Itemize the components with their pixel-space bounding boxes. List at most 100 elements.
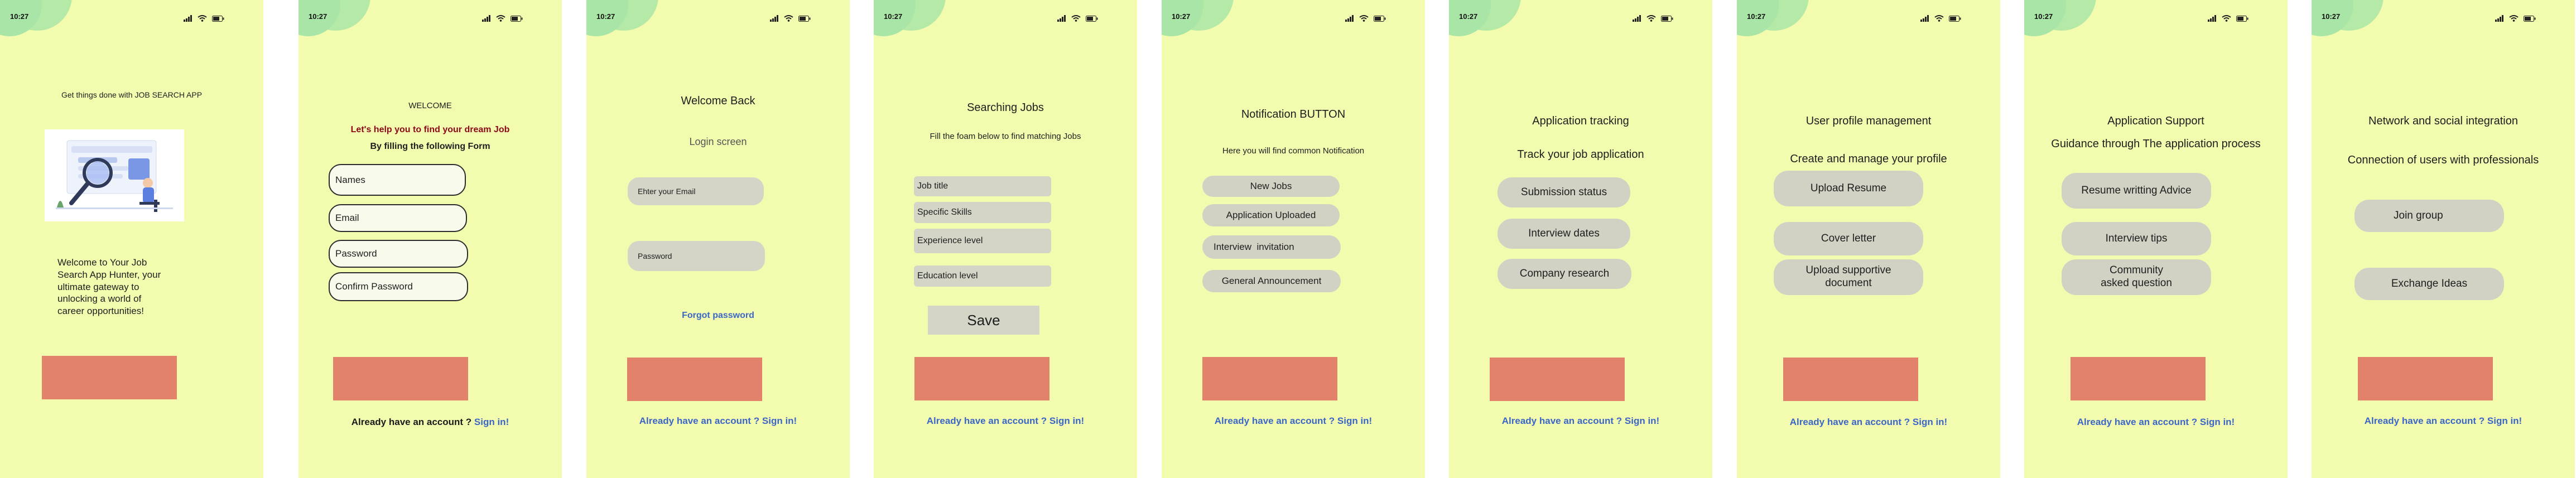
signin-link[interactable]: Sign in! (474, 417, 509, 427)
status-time: 10:27 (10, 12, 29, 21)
page-title: User profile management (1805, 115, 1932, 127)
page-subtitle: Here you will find common Notification (1222, 146, 1365, 156)
save-button[interactable]: Save (928, 306, 1039, 335)
signin-link[interactable]: Already have an account ? Sign in! (2024, 417, 2288, 428)
support-button[interactable] (2071, 357, 2206, 400)
tagline: Get things done with JOB SEARCH APP (61, 90, 203, 99)
signal-icon (2495, 15, 2503, 22)
interview-dates-item[interactable]: Interview dates (1498, 219, 1630, 249)
tracking-button[interactable] (1490, 358, 1625, 401)
signin-link[interactable]: Already have an account ? Sign in! (1737, 417, 2000, 428)
email-input[interactable]: Email (329, 204, 467, 232)
status-time: 10:27 (1172, 12, 1191, 21)
password-input[interactable]: Password (329, 240, 468, 268)
resume-writing-advice-button[interactable]: Resume writting Advice (2062, 173, 2211, 209)
signal-icon (1345, 15, 1354, 22)
signal-icon (1633, 15, 1641, 22)
education-level-input[interactable]: Education level (914, 265, 1051, 287)
names-input[interactable]: Names (329, 164, 466, 196)
submission-status-item[interactable]: Submission status (1498, 177, 1630, 207)
status-icons (1057, 15, 1098, 22)
register-button[interactable] (333, 357, 468, 400)
upload-resume-button[interactable]: Upload Resume (1774, 171, 1923, 206)
signal-icon (1920, 15, 1929, 22)
welcome-text: Welcome to Your Job Search App Hunter, y… (57, 257, 161, 316)
screen-network-social: 10:27 Network and social integration Con… (2312, 0, 2575, 478)
screen-register: 10:27 WELCOME Let's help you to find you… (298, 0, 562, 478)
forgot-password-link[interactable]: Forgot password (586, 311, 850, 321)
status-time: 10:27 (2034, 12, 2053, 21)
page-title: Application tracking (1532, 115, 1629, 127)
signin-link[interactable]: Already have an account ? Sign in! (1449, 416, 1712, 427)
wifi-icon (1359, 15, 1369, 22)
wifi-icon (2509, 15, 2519, 22)
cover-letter-button[interactable]: Cover letter (1774, 222, 1923, 255)
status-time: 10:27 (596, 12, 615, 21)
job-title-input[interactable]: Job title (914, 176, 1051, 196)
tagline: Let's help you to find your dream Job (350, 125, 510, 134)
login-button[interactable] (627, 358, 762, 401)
company-research-item[interactable]: Company research (1498, 259, 1631, 289)
exchange-ideas-button[interactable]: Exchange Ideas (2354, 268, 2504, 300)
signin-link[interactable]: Already have an account ? Sign in! (2312, 416, 2575, 427)
page-subtitle: Guidance through The application process (2051, 138, 2261, 150)
notif-interview-invitation[interactable]: Interview invitation (1202, 235, 1341, 259)
status-time: 10:27 (2322, 12, 2341, 21)
page-title: Notification BUTTON (1241, 108, 1346, 120)
battery-icon (798, 15, 811, 22)
search-button[interactable] (914, 357, 1049, 400)
signal-icon (482, 15, 490, 22)
notif-application-uploaded[interactable]: Application Uploaded (1202, 204, 1340, 226)
notifications-button[interactable] (1202, 357, 1337, 400)
screen-application-support: 10:27 Application Support Guidance throu… (2024, 0, 2288, 478)
battery-icon (1374, 15, 1386, 22)
status-icons (1633, 15, 1673, 22)
wifi-icon (198, 15, 207, 22)
page-title: Application Support (2107, 115, 2204, 127)
email-input[interactable]: Ehter your Email (628, 177, 764, 205)
status-time: 10:27 (884, 12, 903, 21)
battery-icon (1661, 15, 1673, 22)
network-button[interactable] (2358, 357, 2493, 400)
signin-link[interactable]: Already have an account ? Sign in! (1162, 416, 1425, 427)
wifi-icon (496, 15, 505, 22)
battery-icon (212, 15, 224, 22)
status-time: 10:27 (1459, 12, 1478, 21)
screen-search-jobs: 10:27 Searching Jobs Fill the foam below… (874, 0, 1137, 478)
signin-link[interactable]: Already have an account ? Sign in! (874, 416, 1137, 427)
signin-link[interactable]: Already have an account ? Sign in! (586, 416, 850, 427)
status-icons (184, 15, 224, 22)
screen-application-tracking: 10:27 Application tracking Track your jo… (1449, 0, 1712, 478)
join-group-button[interactable]: Join group (2354, 200, 2504, 232)
status-icons (2495, 15, 2536, 22)
page-title: WELCOME (408, 101, 452, 110)
profile-button[interactable] (1783, 358, 1918, 401)
specific-skills-input[interactable]: Specific Skills (914, 202, 1051, 223)
signin-prefix: Already have an account ? (351, 417, 472, 427)
community-asked-question-button[interactable]: Community asked question (2062, 259, 2211, 295)
battery-icon (1949, 15, 1961, 22)
page-subtitle: Fill the foam below to find matching Job… (930, 132, 1081, 141)
signal-icon (184, 15, 192, 22)
wifi-icon (1934, 15, 1944, 22)
page-subtitle: Login screen (689, 136, 747, 147)
experience-level-input[interactable]: Experience level (914, 229, 1051, 253)
wifi-icon (2222, 15, 2231, 22)
get-started-button[interactable] (42, 356, 177, 399)
signal-icon (2208, 15, 2216, 22)
upload-supportive-document-button[interactable]: Upload supportive document (1774, 259, 1923, 295)
page-subtitle: Create and manage your profile (1790, 153, 1947, 165)
page-subtitle: Connection of users with professionals (2347, 154, 2539, 166)
status-icons (2208, 15, 2248, 22)
page-subtitle: Track your job application (1517, 148, 1644, 161)
signal-icon (1057, 15, 1066, 22)
password-input[interactable]: Password (628, 241, 765, 271)
interview-tips-button[interactable]: Interview tips (2062, 222, 2211, 255)
wifi-icon (784, 15, 793, 22)
notif-new-jobs[interactable]: New Jobs (1202, 176, 1340, 197)
battery-icon (2524, 15, 2536, 22)
page-title: Network and social integration (2368, 115, 2518, 127)
notif-general-announcement[interactable]: General Announcement (1202, 270, 1341, 292)
status-icons (1345, 15, 1386, 22)
confirm-password-input[interactable]: Confirm Password (329, 272, 468, 301)
